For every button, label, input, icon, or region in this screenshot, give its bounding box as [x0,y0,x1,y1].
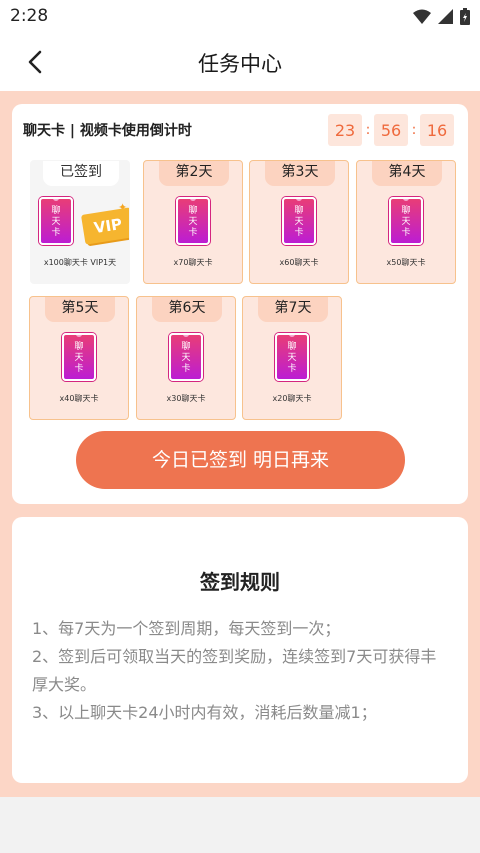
day-card-6[interactable]: 第6天 聊天卡 x30聊天卡 [136,296,236,420]
chat-card-label: 聊天卡 [51,206,61,238]
day-caption: x50聊天卡 [386,258,426,267]
chat-card-label: 聊天卡 [294,206,304,238]
chat-card-icon: 聊天卡 [39,197,73,245]
chat-card-label: 聊天卡 [401,206,411,238]
day-label: 第4天 [372,161,442,186]
signin-card: 聊天卡 | 视频卡使用倒计时 23 : 56 : 16 已签到 聊天卡 ✦ VI… [12,104,468,504]
rules-list: 1、每7天为一个签到周期，每天签到一次； 2、签到后可领取当天的签到奖励，连续签… [32,615,452,727]
day-caption: x40聊天卡 [59,394,99,403]
rule-item: 2、签到后可领取当天的签到奖励，连续签到7天可获得丰厚大奖。 [32,647,437,694]
chat-card-icon: 聊天卡 [176,197,210,245]
chat-card-label: 聊天卡 [188,206,198,238]
chat-card-icon: 聊天卡 [275,333,309,381]
status-time: 2:28 [10,6,49,26]
chat-card-label: 聊天卡 [181,342,191,374]
day-caption: x70聊天卡 [173,258,213,267]
countdown-timer: 23 : 56 : 16 [328,114,454,146]
rules-title: 签到规则 [200,570,280,594]
battery-icon [460,8,470,25]
countdown-label: 聊天卡 | 视频卡使用倒计时 [23,123,192,139]
chat-card-label: 聊天卡 [74,342,84,374]
day-label: 第3天 [265,161,335,186]
timer-seconds: 16 [420,114,454,146]
page-title: 任务中心 [198,52,282,76]
rule-item: 3、以上聊天卡24小时内有效，消耗后数量减1； [32,703,377,722]
day-caption: x20聊天卡 [272,394,312,403]
day-caption: x100聊天卡 VIP1天 [43,258,117,267]
status-bar: 2:28 [0,0,480,33]
day-card-2[interactable]: 第2天 聊天卡 x70聊天卡 [143,160,243,284]
timer-separator: : [365,122,371,138]
chat-card-icon: 聊天卡 [169,333,203,381]
vip-label: VIP [80,207,129,245]
timer-minutes: 56 [374,114,408,146]
header: 任务中心 [0,33,480,91]
day-card-3[interactable]: 第3天 聊天卡 x60聊天卡 [249,160,349,284]
day-card-1[interactable]: 已签到 聊天卡 ✦ VIP x100聊天卡 VIP1天 [30,160,130,284]
signin-button[interactable]: 今日已签到 明日再来 [76,431,405,489]
day-card-7[interactable]: 第7天 聊天卡 x20聊天卡 [242,296,342,420]
vip-card-icon: ✦ VIP [80,201,129,245]
day-label: 第2天 [159,161,229,186]
timer-hours: 23 [328,114,362,146]
chat-card-icon: 聊天卡 [62,333,96,381]
signal-icon [438,9,453,24]
wifi-icon [413,9,431,24]
day-label: 第5天 [45,297,115,322]
day-caption: x30聊天卡 [166,394,206,403]
day-caption: x60聊天卡 [279,258,319,267]
day-label: 已签到 [43,161,119,186]
chat-card-label: 聊天卡 [287,342,297,374]
day-label: 第7天 [258,297,328,322]
rule-item: 1、每7天为一个签到周期，每天签到一次； [32,619,341,638]
day-label: 第6天 [152,297,222,322]
timer-separator: : [411,122,417,138]
status-icons [413,8,470,25]
chat-card-icon: 聊天卡 [282,197,316,245]
day-card-5[interactable]: 第5天 聊天卡 x40聊天卡 [29,296,129,420]
chat-card-icon: 聊天卡 [389,197,423,245]
rules-card: 签到规则 1、每7天为一个签到周期，每天签到一次； 2、签到后可领取当天的签到奖… [12,517,468,783]
day-card-4[interactable]: 第4天 聊天卡 x50聊天卡 [356,160,456,284]
footer-area [0,797,480,853]
